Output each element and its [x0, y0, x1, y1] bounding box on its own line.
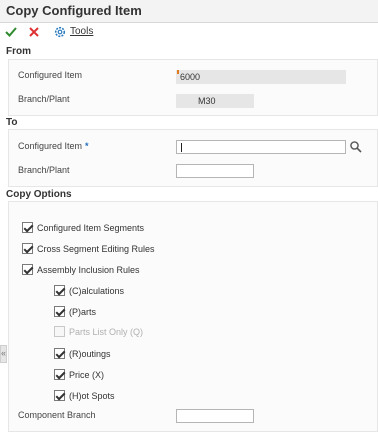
from-section-heading: From — [6, 46, 31, 57]
from-branch-plant-field: M30 — [176, 94, 254, 108]
checkbox[interactable] — [54, 285, 65, 296]
checkbox — [54, 326, 65, 337]
checkbox[interactable] — [54, 369, 65, 380]
to-branch-plant-input[interactable] — [176, 164, 254, 178]
component-branch-input[interactable] — [176, 409, 254, 423]
collapse-arrow-icon: « — [1, 348, 7, 358]
checkbox[interactable] — [54, 390, 65, 401]
field-marker — [177, 70, 179, 74]
checkbox[interactable] — [22, 243, 33, 254]
checkbox[interactable] — [22, 264, 33, 275]
to-branch-plant-label: Branch/Plant — [18, 165, 70, 175]
to-configured-item-input[interactable] — [176, 140, 346, 154]
required-indicator: * — [85, 141, 89, 151]
from-panel: Configured Item 6000 Branch/Plant M30 — [8, 59, 378, 116]
checkbox[interactable] — [22, 222, 33, 233]
to-panel: Configured Item * Branch/Plant — [8, 129, 378, 187]
cancel-x-icon[interactable] — [27, 25, 41, 41]
ok-check-icon[interactable] — [4, 25, 18, 41]
window-title: Copy Configured Item — [6, 3, 142, 18]
from-configured-item-field: 6000 — [176, 70, 346, 84]
copy-options-panel: Configured Item Segments Cross Segment E… — [8, 201, 378, 432]
text-cursor — [181, 143, 182, 152]
gear-icon — [53, 25, 67, 39]
title-bar: Copy Configured Item — [0, 0, 378, 23]
tools-button[interactable]: Tools — [53, 25, 97, 41]
from-branch-plant-label: Branch/Plant — [18, 94, 70, 104]
to-configured-item-label: Configured Item * — [18, 141, 89, 151]
component-branch-label: Component Branch — [18, 410, 96, 420]
checkbox[interactable] — [54, 348, 65, 359]
collapse-handle[interactable]: « — [0, 345, 7, 363]
checkbox[interactable] — [54, 306, 65, 317]
toolbar: Tools — [0, 23, 378, 43]
to-section-heading: To — [6, 117, 18, 128]
from-configured-item-label: Configured Item — [18, 70, 83, 80]
tools-label: Tools — [70, 26, 94, 37]
copy-options-heading: Copy Options — [6, 189, 72, 200]
search-icon[interactable] — [349, 140, 363, 154]
